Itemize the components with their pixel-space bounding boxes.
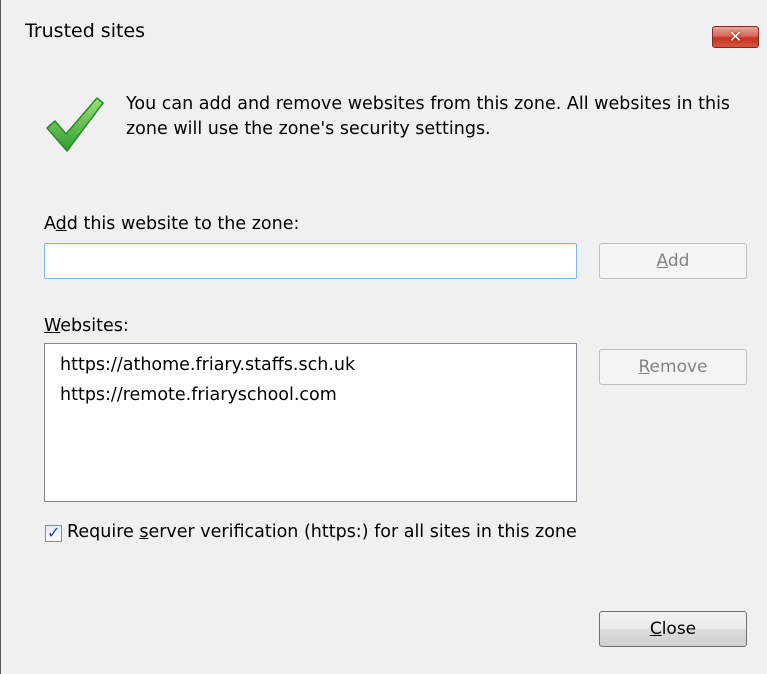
close-window-button[interactable]: ✕ <box>712 26 759 48</box>
list-item[interactable]: https://remote.friaryschool.com <box>45 380 576 410</box>
list-item[interactable]: https://athome.friary.staffs.sch.uk <box>45 350 576 380</box>
close-icon: ✕ <box>728 27 743 46</box>
checkmark-icon <box>46 97 104 152</box>
websites-list[interactable]: https://athome.friary.staffs.sch.uk http… <box>44 343 577 502</box>
websites-label: Websites: <box>44 316 129 336</box>
window-title: Trusted sites <box>25 20 146 42</box>
add-website-label: Add this website to the zone: <box>44 214 300 234</box>
zone-info-text: You can add and remove websites from thi… <box>126 94 731 139</box>
title-bar: Trusted sites ✕ <box>1 0 767 57</box>
add-button[interactable]: Add <box>599 243 747 279</box>
server-verification-checkbox[interactable]: ✓ <box>45 523 62 542</box>
server-verification-label[interactable]: Require server verification (https:) for… <box>67 522 577 542</box>
website-url-input[interactable] <box>44 243 577 279</box>
close-button[interactable]: Close <box>599 611 747 647</box>
remove-button[interactable]: Remove <box>599 349 747 385</box>
check-mark-icon: ✓ <box>47 523 61 542</box>
trusted-sites-dialog: Trusted sites ✕ You can add and remove w… <box>0 0 767 674</box>
